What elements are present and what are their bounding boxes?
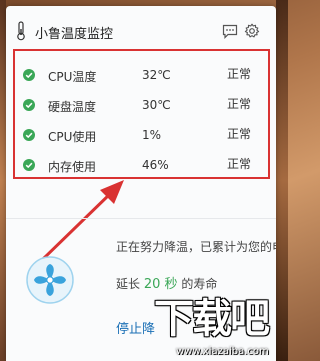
feedback-icon[interactable] xyxy=(222,24,238,39)
watermark-logo: 下载吧 www.xiazaiba.com xyxy=(150,286,288,361)
watermark-url: www.xiazaiba.com xyxy=(176,346,269,357)
extension-prefix: 延长 xyxy=(116,277,141,291)
gear-icon[interactable] xyxy=(244,23,260,39)
app-title: 小鲁温度监控 xyxy=(35,27,114,42)
fan-icon xyxy=(26,256,74,304)
panel-header: 小鲁温度监控 xyxy=(6,6,276,46)
divider xyxy=(6,218,276,219)
cooling-message: 正在努力降温，已累计为您的电脑 xyxy=(116,240,276,254)
thermometer-icon xyxy=(17,21,25,41)
annotation-highlight-box xyxy=(13,49,270,179)
watermark-logo-text: 下载吧 xyxy=(154,296,270,342)
